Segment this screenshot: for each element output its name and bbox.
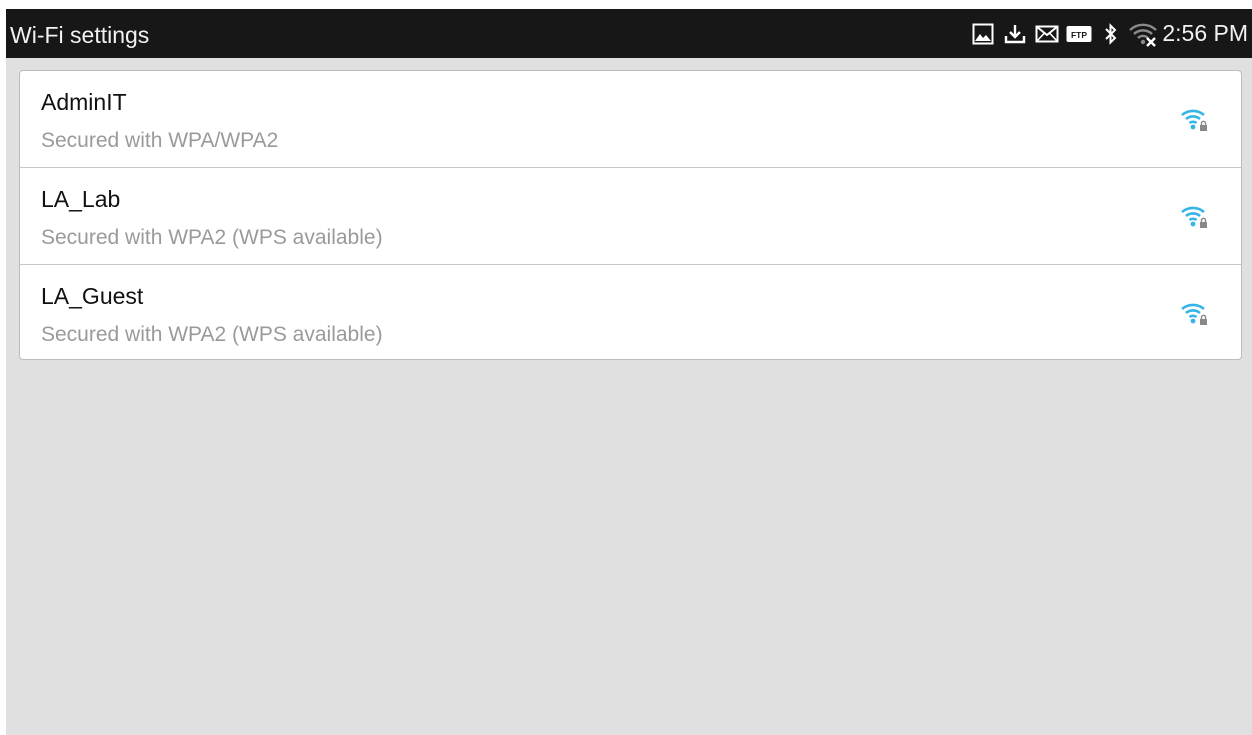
network-name: AdminIT [41,89,127,115]
wifi-network-item[interactable]: LA_Lab Secured with WPA2 (WPS available) [20,168,1241,265]
status-icons: FTP 2:56 PM [966,9,1248,58]
page-title: Wi-Fi settings [10,22,150,48]
status-bar: Wi-Fi settings FTP 2:56 PM [6,9,1252,58]
wifi-network-item[interactable]: AdminIT Secured with WPA/WPA2 [20,71,1241,168]
mail-icon [1032,19,1062,49]
network-security: Secured with WPA2 (WPS available) [41,323,383,346]
picture-icon [968,19,998,49]
wifi-lock-icon [1179,299,1209,327]
wifi-settings-screen: Wi-Fi settings FTP 2:56 PM AdminIT Secur… [6,9,1252,735]
network-security: Secured with WPA/WPA2 [41,129,279,152]
ftp-label: FTP [1071,30,1087,40]
network-security: Secured with WPA2 (WPS available) [41,226,383,249]
network-name: LA_Guest [41,283,144,309]
wifi-lock-icon [1179,202,1209,230]
status-time: 2:56 PM [1162,20,1248,46]
network-name: LA_Lab [41,186,121,212]
ftp-icon: FTP [1064,19,1094,49]
wifi-network-item[interactable]: LA_Guest Secured with WPA2 (WPS availabl… [20,265,1241,359]
download-icon [1000,19,1030,49]
wifi-disconnected-icon [1128,19,1158,49]
wifi-lock-icon [1179,105,1209,133]
bluetooth-icon [1096,19,1126,49]
wifi-network-list: AdminIT Secured with WPA/WPA2 LA_Lab Sec… [19,70,1242,360]
